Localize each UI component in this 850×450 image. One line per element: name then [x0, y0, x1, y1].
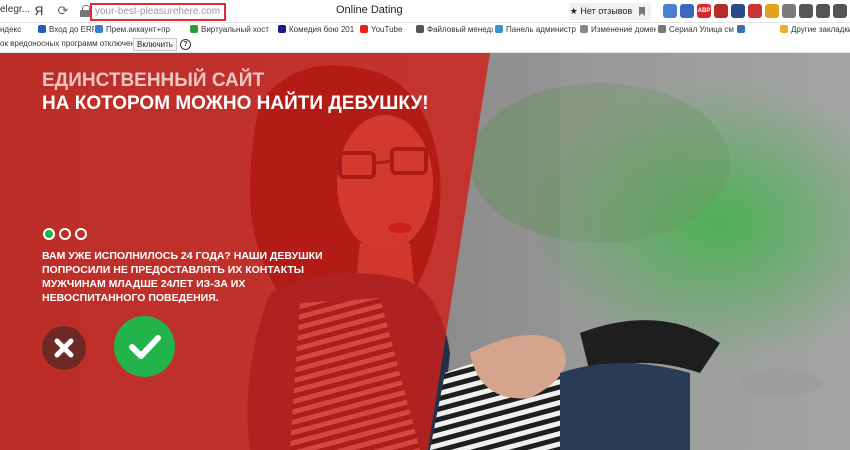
- bookmark-item[interactable]: ндекс: [0, 23, 36, 36]
- bookmark-label: Прем.аккаунт+пр: [106, 25, 170, 34]
- help-icon[interactable]: ?: [180, 39, 191, 50]
- bookmark-label: Изменение домен: [591, 25, 656, 34]
- hero-section: ЕДИНСТВЕННЫЙ САЙТ НА КОТОРОМ МОЖНО НАЙТИ…: [0, 53, 850, 450]
- question-line: МУЖЧИНАМ МЛАДШЕ 24ЛЕТ ИЗ-ЗА ИХ: [42, 278, 246, 290]
- enable-button[interactable]: Включить: [133, 38, 177, 51]
- ext-5-icon[interactable]: [731, 4, 745, 18]
- checkmark-icon: [129, 335, 161, 359]
- bookmark-label: Сериал Улица см: [669, 25, 734, 34]
- bookmark-item[interactable]: Комедия бою 201: [278, 23, 358, 36]
- bookmark-label: Другие закладки: [791, 25, 850, 34]
- bookmark-favicon-icon: [580, 25, 588, 33]
- bookmark-favicon-icon: [737, 25, 745, 33]
- bookmarks-bar: ндекс Вход до ERP - User Прем.аккаунт+пр Ви…: [0, 23, 850, 36]
- bookmark-label: Вход до ERP - User: [49, 25, 94, 34]
- bookmark-favicon-icon: [95, 25, 103, 33]
- ext-4-icon[interactable]: [714, 4, 728, 18]
- browser-toolbar: elegr... Я ⟳ your-best-pleasurehere.com …: [0, 0, 850, 23]
- bookmark-item[interactable]: Другие закладки: [780, 23, 850, 36]
- bookmark-label: YouTube: [371, 25, 403, 34]
- headline-line-2: НА КОТОРОМ МОЖНО НАЙТИ ДЕВУШКУ!: [42, 93, 429, 114]
- bookmark-favicon-icon: [658, 25, 666, 33]
- yes-button[interactable]: [114, 316, 175, 377]
- no-button[interactable]: [42, 326, 86, 370]
- step-dot: [43, 228, 55, 240]
- infobar-text: ок вредоносных программ отключена: [0, 39, 140, 48]
- abp-icon[interactable]: ABP: [697, 4, 711, 18]
- bookmark-label: Файловый менедж: [427, 25, 493, 34]
- question-line: ВАМ УЖЕ ИСПОЛНИЛОСЬ 24 ГОДА? НАШИ ДЕВУШК…: [42, 250, 323, 262]
- ext-6-icon[interactable]: [748, 4, 762, 18]
- safe-browsing-infobar: ок вредоносных программ отключена Включи…: [0, 36, 850, 53]
- bookmark-label: Виртуальный хост: [201, 25, 269, 34]
- ext-2-icon[interactable]: [680, 4, 694, 18]
- reload-icon[interactable]: ⟳: [54, 2, 72, 20]
- lock-icon[interactable]: [80, 5, 90, 17]
- bookmark-favicon-icon: [780, 25, 788, 33]
- bookmark-favicon-icon: [416, 25, 424, 33]
- bookmark-item[interactable]: YouTube: [360, 23, 414, 36]
- bookmark-icon[interactable]: [633, 3, 651, 20]
- bookmark-label: Панель администр: [506, 25, 576, 34]
- bookmark-label: ндекс: [0, 25, 22, 34]
- reviews-button[interactable]: ★ Нет отзывов: [569, 3, 633, 20]
- bookmark-item[interactable]: Файловый менедж: [416, 23, 493, 36]
- ext-11-icon[interactable]: [833, 4, 847, 18]
- question-line: ПОПРОСИЛИ НЕ ПРЕДОСТАВЛЯТЬ ИХ КОНТАКТЫ: [42, 264, 305, 276]
- question-text: ВАМ УЖЕ ИСПОЛНИЛОСЬ 24 ГОДА? НАШИ ДЕВУШК…: [42, 249, 342, 305]
- headline-line-1: ЕДИНСТВЕННЫЙ САЙТ: [42, 70, 265, 91]
- bookmark-item[interactable]: [737, 23, 777, 36]
- close-icon: [54, 338, 74, 358]
- address-bar[interactable]: your-best-pleasurehere.com: [90, 3, 226, 21]
- bookmark-item[interactable]: Сериал Улица см: [658, 23, 734, 36]
- bookmark-item[interactable]: Прем.аккаунт+пр: [95, 23, 187, 36]
- tab-fragment[interactable]: elegr...: [0, 4, 30, 15]
- bookmark-item[interactable]: Изменение домен: [580, 23, 656, 36]
- ext-10-icon[interactable]: [816, 4, 830, 18]
- bookmark-label: Комедия бою 201: [289, 25, 355, 34]
- step-dot: [59, 228, 71, 240]
- ext-7-icon[interactable]: [765, 4, 779, 18]
- page-title: Online Dating: [336, 4, 403, 16]
- ext-9-icon[interactable]: [799, 4, 813, 18]
- ext-1-icon[interactable]: [663, 4, 677, 18]
- yandex-button[interactable]: Я: [30, 2, 48, 20]
- ext-8-icon[interactable]: [782, 4, 796, 18]
- bookmark-item[interactable]: Панель администр: [495, 23, 578, 36]
- question-line: НЕВОСПИТАННОГО ПОВЕДЕНИЯ.: [42, 292, 219, 304]
- bookmark-favicon-icon: [278, 25, 286, 33]
- bookmark-item[interactable]: Вход до ERP - User: [38, 23, 94, 36]
- step-dot: [75, 228, 87, 240]
- bookmark-favicon-icon: [190, 25, 198, 33]
- bookmark-item[interactable]: Виртуальный хост: [190, 23, 276, 36]
- bookmark-favicon-icon: [495, 25, 503, 33]
- bookmark-favicon-icon: [360, 25, 368, 33]
- bookmark-favicon-icon: [38, 25, 46, 33]
